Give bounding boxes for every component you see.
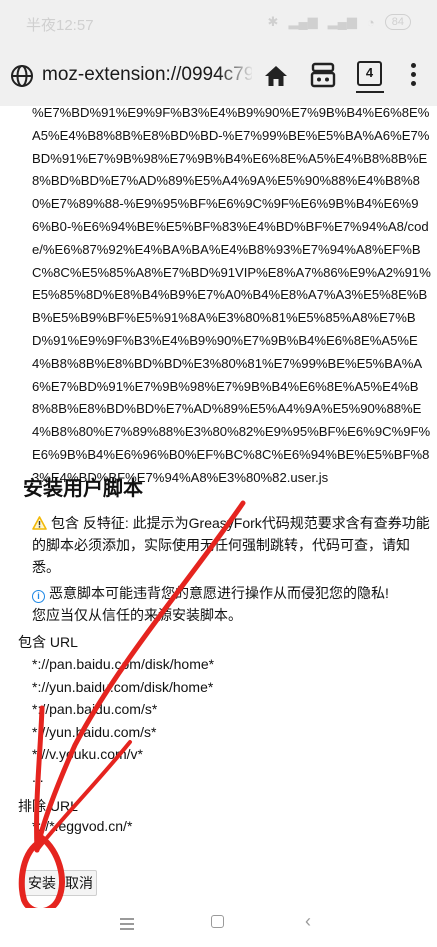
- warning-text: 包含 反特征: 此提示为GreasyFork代码规范要求含有查券功能的脚本必须添…: [32, 515, 430, 575]
- tabs-count-button[interactable]: 4: [357, 61, 382, 86]
- list-item: *://pan.baidu.com/disk/home*: [32, 656, 215, 672]
- globe-icon[interactable]: [10, 64, 34, 88]
- list-item: *://yun.baidu.com/disk/home*: [32, 678, 214, 695]
- battery-icon: 84: [384, 14, 411, 30]
- home-icon[interactable]: [262, 62, 290, 90]
- home-nav-icon[interactable]: [211, 915, 224, 928]
- status-time: 半夜12:57: [26, 17, 94, 34]
- antifeature-warning: 包含 反特征: 此提示为GreasyFork代码规范要求含有查券功能的脚本必须添…: [32, 512, 432, 578]
- signal-icon: ▂▄▆: [288, 14, 318, 29]
- system-nav-bar: ‹: [0, 908, 437, 947]
- install-button[interactable]: 安装: [24, 870, 60, 896]
- list-item: *://v.youku.com/v*: [32, 746, 144, 763]
- overflow-menu-icon[interactable]: [405, 63, 421, 89]
- extension-icon[interactable]: [309, 60, 337, 90]
- malicious-notice: i 恶意脚本可能违背您的意愿进行操作从而侵犯您的隐私! 您应当仅从信任的来源安装脚…: [32, 582, 432, 626]
- status-bar: 半夜12:57 ✱ ▂▄▆ ▂▄▆ ◔ 84: [0, 0, 437, 46]
- cancel-button[interactable]: 取消: [61, 870, 97, 896]
- page-title: 安装用户脚本: [23, 478, 143, 500]
- warning-icon: [32, 516, 47, 530]
- back-icon[interactable]: ‹: [305, 911, 311, 932]
- exclude-url-label: 排除 URL: [18, 798, 78, 814]
- signal-icon-2: ▂▄▆: [327, 14, 357, 29]
- list-item: *://yun.baidu.com/s*: [32, 723, 157, 740]
- page-content: %E7%BD%91%E9%9F%B3%E4%B9%90%E7%9B%B4%E6%…: [0, 106, 437, 908]
- url-fade: [218, 58, 254, 94]
- list-item: ...: [32, 768, 44, 785]
- wifi-icon: ◔: [366, 14, 375, 30]
- tabs-underline: [356, 91, 384, 93]
- list-item: *://pan.baidu.com/s*: [32, 701, 158, 718]
- status-icons: ✱ ▂▄▆ ▂▄▆ ◔ 84: [268, 14, 411, 30]
- list-item: *://*.eggvod.cn/*: [32, 818, 133, 834]
- browser-toolbar: moz-extension://0994c792 4: [0, 46, 437, 106]
- info-icon: i: [32, 590, 45, 603]
- include-url-label: 包含 URL: [18, 634, 78, 650]
- notice-text-2: 您应当仅从信任的来源安装脚本。: [32, 607, 242, 623]
- recent-apps-icon[interactable]: [120, 918, 134, 930]
- include-url-list: *://pan.baidu.com/disk/home* *://yun.bai…: [32, 653, 214, 789]
- bluetooth-icon: ✱: [267, 14, 279, 29]
- script-filename: %E7%BD%91%E9%9F%B3%E4%B9%90%E7%9B%B4%E6%…: [32, 106, 431, 485]
- notice-text-1: 恶意脚本可能违背您的意愿进行操作从而侵犯您的隐私!: [49, 585, 389, 601]
